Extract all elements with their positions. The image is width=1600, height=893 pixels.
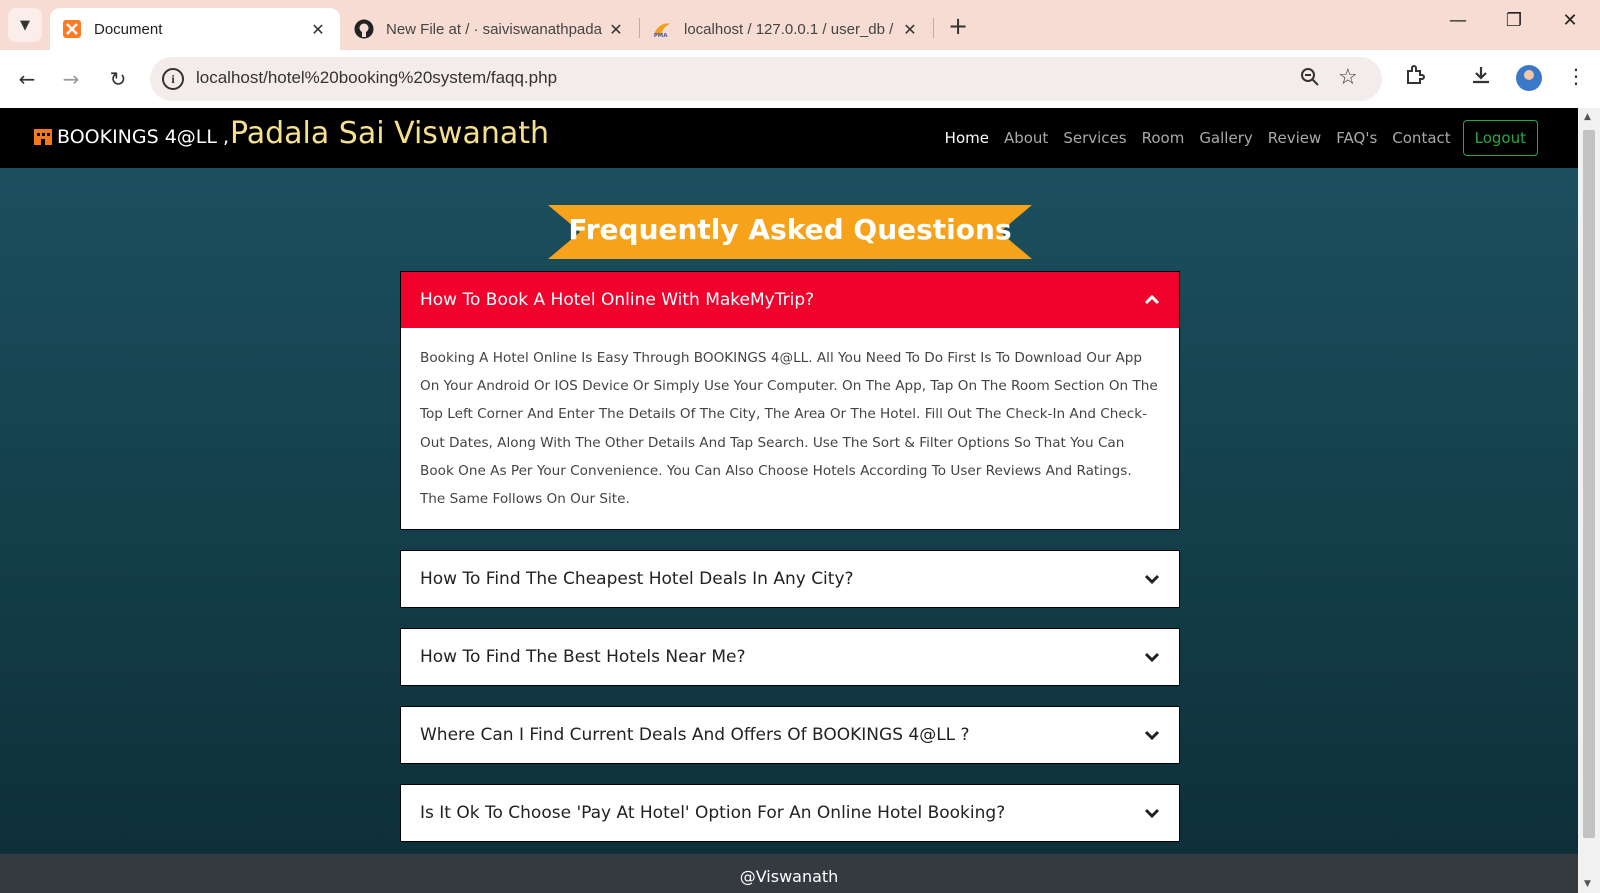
faq-item: Is It Ok To Choose 'Pay At Hotel' Option… [400, 784, 1180, 843]
nav-link-services[interactable]: Services [1063, 129, 1126, 147]
extensions-icon[interactable] [1404, 64, 1426, 91]
nav-link-review[interactable]: Review [1268, 129, 1322, 147]
site-info-icon[interactable]: i [162, 68, 184, 90]
xampp-icon [62, 19, 82, 39]
tab-github[interactable]: New File at / · saiviswanathpada ✕ [342, 8, 638, 50]
url-text[interactable]: localhost/hotel%20booking%20system/faqq.… [196, 68, 557, 88]
tab-document[interactable]: Document ✕ [50, 8, 340, 50]
browser-toolbar: ← → ↻ i localhost/hotel%20booking%20syst… [0, 50, 1600, 108]
faq-question: How To Find The Cheapest Hotel Deals In … [420, 569, 854, 590]
nav-link-gallery[interactable]: Gallery [1199, 129, 1252, 147]
faq-question-toggle[interactable]: Where Can I Find Current Deals And Offer… [401, 707, 1179, 763]
owner-name: Padala Sai Viswanath [230, 116, 550, 151]
address-bar[interactable]: i localhost/hotel%20booking%20system/faq… [150, 57, 1382, 101]
site-brand[interactable]: BOOKINGS 4@LL , [57, 126, 229, 148]
tab-title: Document [94, 20, 163, 38]
scroll-up-arrow-icon[interactable]: ▲ [1584, 112, 1591, 122]
faq-question-toggle[interactable]: Is It Ok To Choose 'Pay At Hotel' Option… [401, 785, 1179, 841]
nav-link-contact[interactable]: Contact [1392, 129, 1450, 147]
tab-divider [933, 18, 934, 38]
site-footer: @Viswanath [0, 854, 1578, 893]
faq-title-banner: Frequently Asked Questions [548, 205, 1032, 259]
faq-question-toggle[interactable]: How To Find The Cheapest Hotel Deals In … [401, 551, 1179, 607]
close-icon[interactable]: ✕ [900, 20, 920, 39]
restore-icon[interactable]: ❐ [1502, 10, 1526, 31]
back-arrow-icon[interactable]: ← [12, 64, 42, 94]
faq-item: How To Book A Hotel Online With MakeMyTr… [400, 271, 1180, 531]
reload-icon[interactable]: ↻ [103, 64, 133, 94]
hotel-logo-icon [32, 125, 54, 147]
minimize-icon[interactable]: — [1446, 10, 1470, 31]
profile-avatar[interactable] [1516, 65, 1542, 91]
nav-link-room[interactable]: Room [1142, 129, 1185, 147]
tab-search-button[interactable]: ▼ [8, 8, 42, 42]
main-menu: Home About Services Room Gallery Review … [930, 120, 1538, 156]
faq-answer: Booking A Hotel Online Is Easy Through B… [420, 350, 1158, 508]
nav-link-about[interactable]: About [1004, 129, 1048, 147]
tab-title: New File at / · saiviswanathpada [386, 20, 602, 38]
more-menu-icon[interactable]: ⋮ [1566, 64, 1586, 88]
page-viewport: BOOKINGS 4@LL , Padala Sai Viswanath Hom… [0, 108, 1578, 893]
download-icon[interactable] [1470, 64, 1492, 91]
close-icon[interactable]: ✕ [308, 20, 328, 39]
faq-item: How To Find The Best Hotels Near Me? [400, 628, 1180, 687]
tab-title: localhost / 127.0.0.1 / user_db / [684, 20, 894, 38]
close-icon[interactable]: ✕ [606, 20, 626, 39]
chevron-down-icon [1144, 653, 1160, 663]
chevron-down-icon [1144, 731, 1160, 741]
window-close-icon[interactable]: ✕ [1558, 10, 1582, 31]
faq-question: How To Book A Hotel Online With MakeMyTr… [420, 290, 815, 310]
github-icon [354, 19, 374, 39]
nav-link-home[interactable]: Home [945, 129, 989, 147]
browser-tab-bar: ▼ Document ✕ New File at / · saiviswanat… [0, 0, 1600, 50]
svg-text:PMA: PMA [654, 33, 668, 39]
faq-item: Where Can I Find Current Deals And Offer… [400, 706, 1180, 765]
chevron-up-icon [1144, 294, 1160, 305]
faq-accordion: How To Book A Hotel Online With MakeMyTr… [400, 271, 1180, 862]
forward-arrow-icon[interactable]: → [56, 64, 86, 94]
nav-link-faqs[interactable]: FAQ's [1336, 129, 1377, 147]
chevron-down-icon [1144, 575, 1160, 585]
page-title: Frequently Asked Questions [568, 213, 1012, 246]
scrollbar-thumb[interactable] [1583, 130, 1595, 838]
zoom-icon[interactable] [1300, 67, 1320, 92]
tab-phpmyadmin[interactable]: PMA localhost / 127.0.0.1 / user_db / ✕ [640, 8, 932, 50]
faq-question: Where Can I Find Current Deals And Offer… [420, 725, 970, 746]
page-scrollbar[interactable]: ▲ ▼ [1578, 108, 1600, 893]
site-navbar: BOOKINGS 4@LL , Padala Sai Viswanath Hom… [0, 108, 1578, 168]
bookmark-star-icon[interactable]: ☆ [1338, 65, 1358, 90]
faq-question-toggle[interactable]: How To Book A Hotel Online With MakeMyTr… [401, 272, 1179, 328]
new-tab-plus-icon[interactable]: + [948, 12, 968, 40]
chevron-down-icon [1144, 809, 1160, 819]
faq-question: Is It Ok To Choose 'Pay At Hotel' Option… [420, 803, 1006, 824]
footer-credit: @Viswanath [739, 867, 839, 886]
faq-question-toggle[interactable]: How To Find The Best Hotels Near Me? [401, 629, 1179, 685]
faq-item: How To Find The Cheapest Hotel Deals In … [400, 550, 1180, 609]
chevron-down-icon: ▼ [20, 17, 30, 33]
scroll-down-arrow-icon[interactable]: ▼ [1584, 879, 1591, 889]
faq-question: How To Find The Best Hotels Near Me? [420, 647, 746, 668]
phpmyadmin-icon: PMA [652, 19, 672, 39]
logout-button[interactable]: Logout [1462, 120, 1538, 156]
